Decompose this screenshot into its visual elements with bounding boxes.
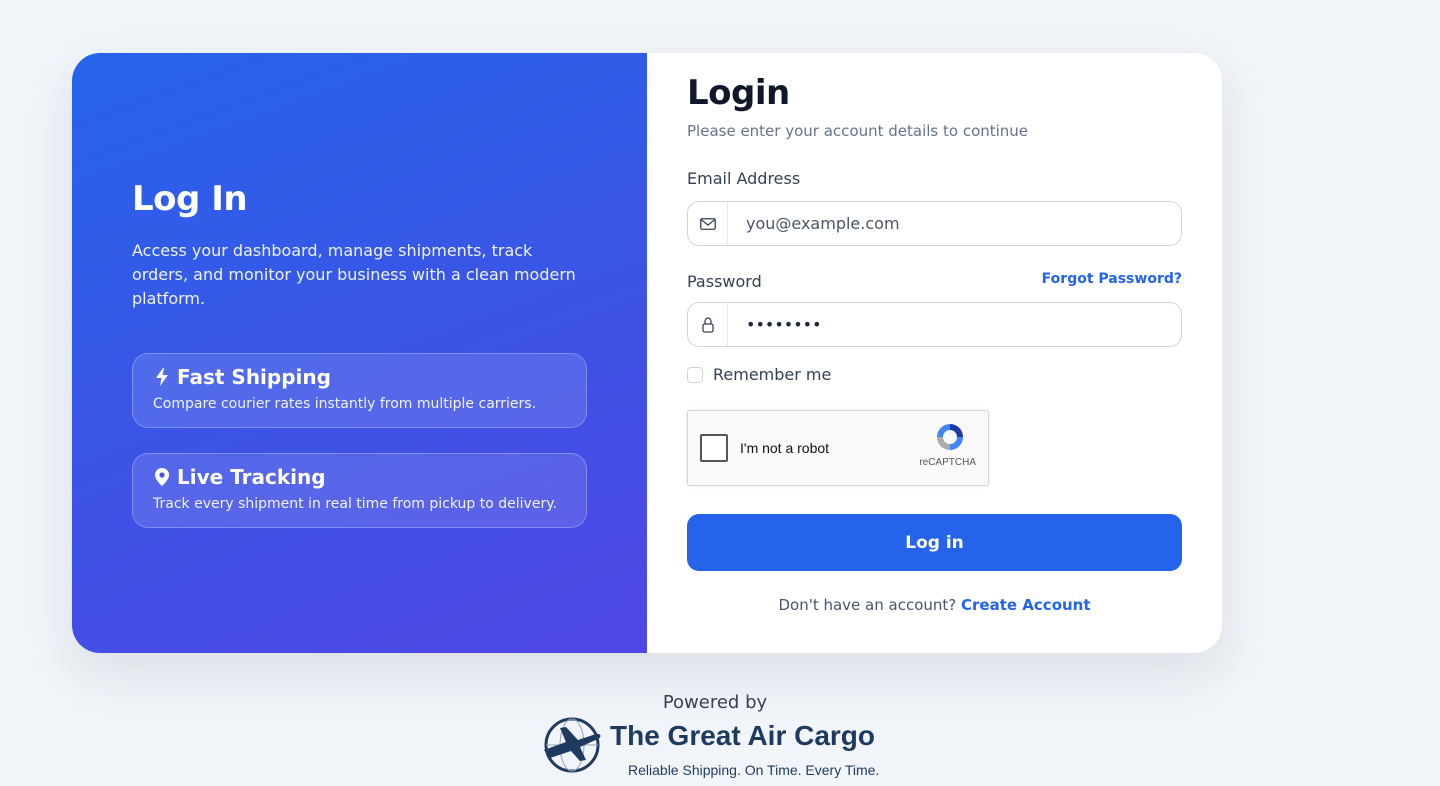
recaptcha-brand: reCAPTCHA <box>919 457 976 468</box>
recaptcha-widget: I'm not a robot reCAPTCHA <box>687 410 989 486</box>
hero-title: Log In <box>132 179 248 219</box>
signup-text: Don't have an account? <box>778 596 957 614</box>
form-title: Login <box>687 73 790 113</box>
hero-panel: Log In Access your dashboard, manage shi… <box>72 53 647 653</box>
login-button[interactable]: Log in <box>687 514 1182 571</box>
feature-card-fast-shipping: Fast Shipping Compare courier rates inst… <box>132 353 587 428</box>
remember-me[interactable]: Remember me <box>687 365 831 384</box>
feature-title: Live Tracking <box>177 465 326 489</box>
hero-description: Access your dashboard, manage shipments,… <box>132 241 576 308</box>
envelope-icon <box>688 202 728 245</box>
airplane-globe-icon <box>540 714 604 776</box>
remember-me-checkbox[interactable] <box>687 366 703 383</box>
email-field <box>687 201 1182 246</box>
signup-prompt: Don't have an account? Create Account <box>687 596 1182 614</box>
lightning-icon <box>153 367 171 387</box>
recaptcha-label: I'm not a robot <box>740 440 830 456</box>
feature-card-live-tracking: Live Tracking Track every shipment in re… <box>132 453 587 528</box>
email-label: Email Address <box>687 169 801 188</box>
password-input[interactable] <box>728 303 1181 346</box>
login-card: Log In Access your dashboard, manage shi… <box>72 53 1222 653</box>
email-input[interactable] <box>728 202 1181 245</box>
brand-name: The Great Air Cargo <box>610 720 876 751</box>
feature-title: Fast Shipping <box>177 365 331 389</box>
password-field <box>687 302 1182 347</box>
feature-description: Track every shipment in real time from p… <box>153 496 557 512</box>
lock-icon <box>688 303 728 346</box>
brand-logo: The Great Air Cargo Reliable Shipping. O… <box>540 714 900 778</box>
brand-tagline: Reliable Shipping. On Time. Every Time. <box>628 762 880 778</box>
location-pin-icon <box>153 467 171 487</box>
remember-me-label: Remember me <box>713 365 832 384</box>
feature-description: Compare courier rates instantly from mul… <box>153 396 537 412</box>
recaptcha-checkbox[interactable] <box>700 434 728 462</box>
create-account-link[interactable]: Create Account <box>961 596 1091 614</box>
forgot-password-link[interactable]: Forgot Password? <box>1042 271 1182 287</box>
recaptcha-logo-icon <box>934 421 966 453</box>
login-form: Login Please enter your account details … <box>647 53 1222 653</box>
form-subtitle: Please enter your account details to con… <box>687 122 1029 140</box>
password-label: Password <box>687 272 762 291</box>
powered-by-label: Powered by <box>662 692 768 713</box>
